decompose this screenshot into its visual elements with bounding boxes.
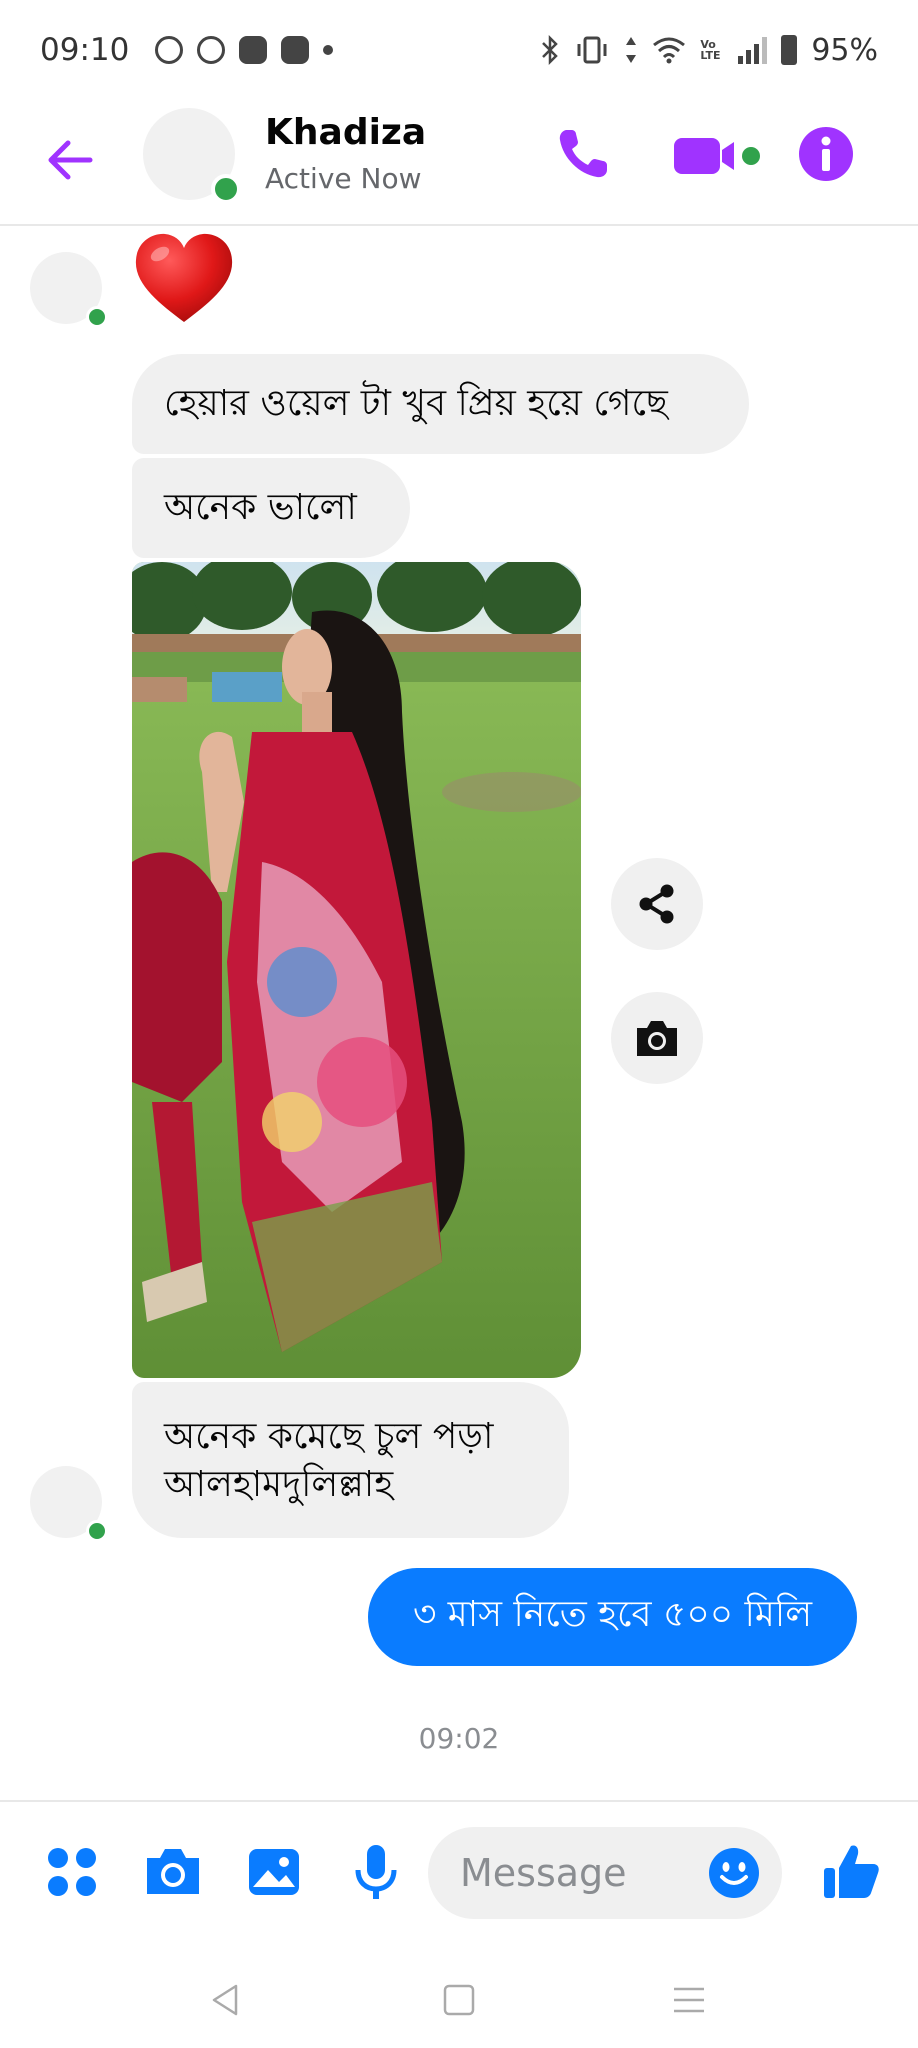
save-photo-button[interactable] [611, 992, 703, 1084]
message-bubble-incoming[interactable]: অনেক কমেছে চুল পড়া আলহামদুলিল্লাহ [132, 1382, 569, 1538]
battery-icon [781, 35, 798, 65]
message-bubble-incoming[interactable]: অনেক ভালো [132, 458, 410, 558]
signal-icon [738, 36, 768, 64]
heart-app-icon [239, 36, 268, 64]
photo-woman-long-hair [132, 562, 581, 1378]
share-icon [639, 884, 674, 924]
bluetooth-icon [542, 34, 559, 66]
messenger-icon [197, 36, 226, 64]
share-button[interactable] [611, 858, 703, 950]
volte-icon: Vo LTE [700, 38, 721, 62]
message-text: ৩ মাস নিতে হবে ৫০০ মিলি [412, 1594, 813, 1635]
smiley-icon[interactable] [708, 1847, 760, 1899]
system-icons: Vo LTE 95% [540, 33, 878, 68]
status-bar: 09:10 Vo LTE 95% [0, 0, 918, 100]
message-composer [0, 1800, 918, 1942]
wifi-icon [653, 37, 686, 64]
status-time: 09:10 [40, 32, 130, 68]
contact-name[interactable]: Khadiza [265, 112, 426, 153]
photo-message[interactable] [132, 562, 581, 1378]
contact-status: Active Now [265, 162, 422, 195]
message-bubble-incoming[interactable]: হেয়ার ওয়েল টা খুব প্রিয় হয়ে গেছে [132, 354, 749, 454]
image-icon[interactable] [244, 1842, 304, 1902]
phone-icon[interactable] [553, 124, 613, 184]
heart-emoji[interactable] [132, 230, 236, 326]
message-text-line: অনেক কমেছে চুল পড়া [164, 1416, 494, 1457]
vibrate-icon [577, 36, 607, 64]
message-field[interactable] [428, 1827, 782, 1919]
message-timestamp: 09:02 [418, 1722, 500, 1755]
contact-avatar[interactable] [143, 108, 241, 204]
message-text: হেয়ার ওয়েল টা খুব প্রিয় হয়ে গেছে [164, 383, 668, 424]
dot-icon [323, 45, 334, 55]
contact-avatar[interactable] [30, 1466, 108, 1542]
online-indicator [211, 174, 241, 204]
whatsapp-icon [155, 36, 184, 64]
camera-icon[interactable] [143, 1842, 203, 1902]
conversation-header: Khadiza Active Now [0, 100, 918, 226]
message-text: অনেক ভালো [164, 487, 357, 528]
microphone-icon[interactable] [346, 1842, 406, 1902]
message-text-line: আলহামদুলিল্লাহ [164, 1464, 394, 1505]
heart-app-icon [281, 36, 310, 64]
message-bubble-outgoing[interactable]: ৩ মাস নিতে হবে ৫০০ মিলি [368, 1568, 857, 1666]
info-icon[interactable] [798, 126, 854, 182]
online-indicator [86, 1520, 108, 1542]
battery-level: 95% [811, 32, 878, 68]
camera-icon [637, 1021, 677, 1056]
message-input[interactable] [428, 1851, 688, 1895]
notification-icons [155, 36, 334, 64]
contact-avatar[interactable] [30, 252, 108, 328]
thumbs-up-icon[interactable] [821, 1840, 881, 1902]
menu-lines-icon[interactable] [669, 1980, 709, 2020]
data-arrows-icon [626, 37, 637, 63]
arrow-left-icon[interactable] [40, 130, 100, 190]
system-nav-bar [0, 1942, 918, 2048]
four-dots-icon[interactable] [42, 1842, 102, 1902]
online-indicator [86, 306, 108, 328]
video-camera-icon[interactable] [672, 132, 762, 180]
home-square-icon[interactable] [439, 1980, 479, 2020]
back-triangle-icon[interactable] [206, 1980, 246, 2020]
